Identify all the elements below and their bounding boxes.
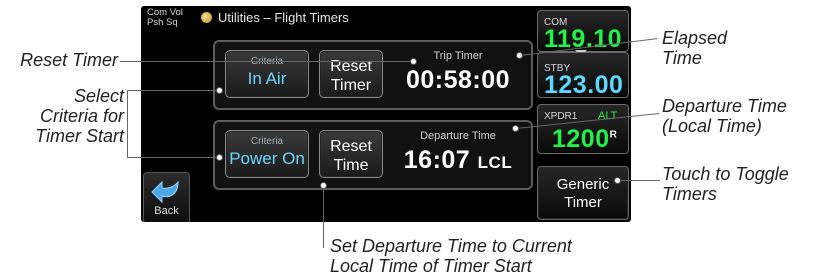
annotation-line: Local Time of Timer Start [330, 256, 532, 276]
criteria-value: In Air [247, 69, 287, 88]
annotation-touch-toggle: Touch to Toggle Timers [662, 164, 820, 204]
leader-dot [512, 125, 519, 132]
leader-dot [516, 52, 523, 59]
annotation-line: Criteria for [39, 106, 124, 126]
generic-timer-button[interactable]: Generic Timer [537, 166, 629, 220]
trip-timer-panel: Criteria In Air Reset Timer Trip Timer 0… [213, 40, 533, 110]
leader-dot [216, 87, 223, 94]
reset-line-2: Timer [330, 77, 372, 94]
com-volume-label[interactable]: Com Vol Psh Sq [141, 6, 189, 30]
annotation-line: Time [662, 48, 702, 68]
xpdr-code: 1200 [552, 125, 610, 153]
annotation-line: Set Departure Time to Current [330, 236, 572, 256]
back-label: Back [154, 205, 179, 217]
stby-frequency: 123.00 [544, 71, 624, 99]
leader-bracket [127, 90, 128, 158]
annotation-line: Timer Start [35, 126, 124, 146]
trip-timer-value: 00:58:00 [405, 66, 511, 94]
psh-sq-text: Psh Sq [147, 17, 178, 28]
leader-criteria-top [127, 90, 219, 91]
leader-toggle [618, 180, 660, 181]
leader-dot [410, 58, 417, 65]
annotation-line: Departure Time [662, 96, 787, 116]
criteria-caption: Criteria [250, 136, 284, 147]
annotation-line: Elapsed [662, 28, 728, 48]
annotation-line: Select [73, 86, 124, 106]
leader-dot [216, 154, 223, 161]
annotation-line: Timers [662, 184, 717, 204]
xpdr-mode: ALT [598, 110, 618, 122]
departure-time-label: Departure Time [420, 130, 496, 142]
page-title: Utilities – Flight Timers [201, 8, 521, 28]
page-title-text: Utilities – Flight Timers [218, 10, 349, 25]
leader-reset-timer [120, 61, 414, 62]
reset-line-2: Time [333, 157, 369, 174]
reset-line-1: Reset [330, 58, 372, 75]
back-button[interactable]: Back [143, 172, 190, 222]
annotation-elapsed-time: Elapsed Time [662, 28, 812, 68]
leader-dot [614, 177, 621, 184]
departure-time-panel: Criteria Power On Reset Time Departure T… [213, 120, 533, 190]
trip-criteria-button[interactable]: Criteria In Air [225, 50, 309, 98]
reset-line-1: Reset [330, 138, 372, 155]
reset-timer-button[interactable]: Reset Timer [319, 50, 383, 98]
generic-line-2: Timer [564, 194, 602, 211]
stby-frequency-box[interactable]: STBY 123.00 [537, 52, 629, 99]
back-arrow-icon [150, 180, 179, 204]
annotation-set-departure: Set Departure Time to Current Local Time… [330, 236, 670, 276]
leader-dot [320, 182, 327, 189]
xpdr-reply-flag: R [609, 129, 618, 141]
leader-criteria-bottom [127, 157, 219, 158]
flight-timers-screen: Com Vol Psh Sq Utilities – Flight Timers… [141, 6, 631, 222]
lcl-suffix: LCL [477, 153, 513, 172]
com-frequency-box[interactable]: COM 119.10 [537, 10, 629, 53]
departure-time-digits: 16:07 [403, 146, 471, 174]
xpdr-label: XPDR1 [544, 111, 578, 122]
departure-criteria-button[interactable]: Criteria Power On [225, 130, 309, 178]
leader-set-departure [323, 184, 324, 248]
departure-time-value: 16:07 LCL [393, 146, 523, 175]
annotation-line: (Local Time) [662, 116, 762, 136]
annotation-reset-timer: Reset Timer [20, 50, 118, 70]
xpdr-code-wrap: 1200R [552, 125, 617, 154]
annotation-select-criteria: Select Criteria for Timer Start [0, 86, 124, 146]
transponder-box[interactable]: XPDR1 ALT 1200R [537, 104, 629, 154]
criteria-value: Power On [229, 149, 305, 168]
annotation-departure-time: Departure Time (Local Time) [662, 96, 820, 136]
reset-time-button[interactable]: Reset Time [319, 130, 383, 178]
criteria-caption: Criteria [226, 56, 308, 68]
utilities-icon [201, 12, 212, 23]
annotation-line: Touch to Toggle [662, 164, 789, 184]
